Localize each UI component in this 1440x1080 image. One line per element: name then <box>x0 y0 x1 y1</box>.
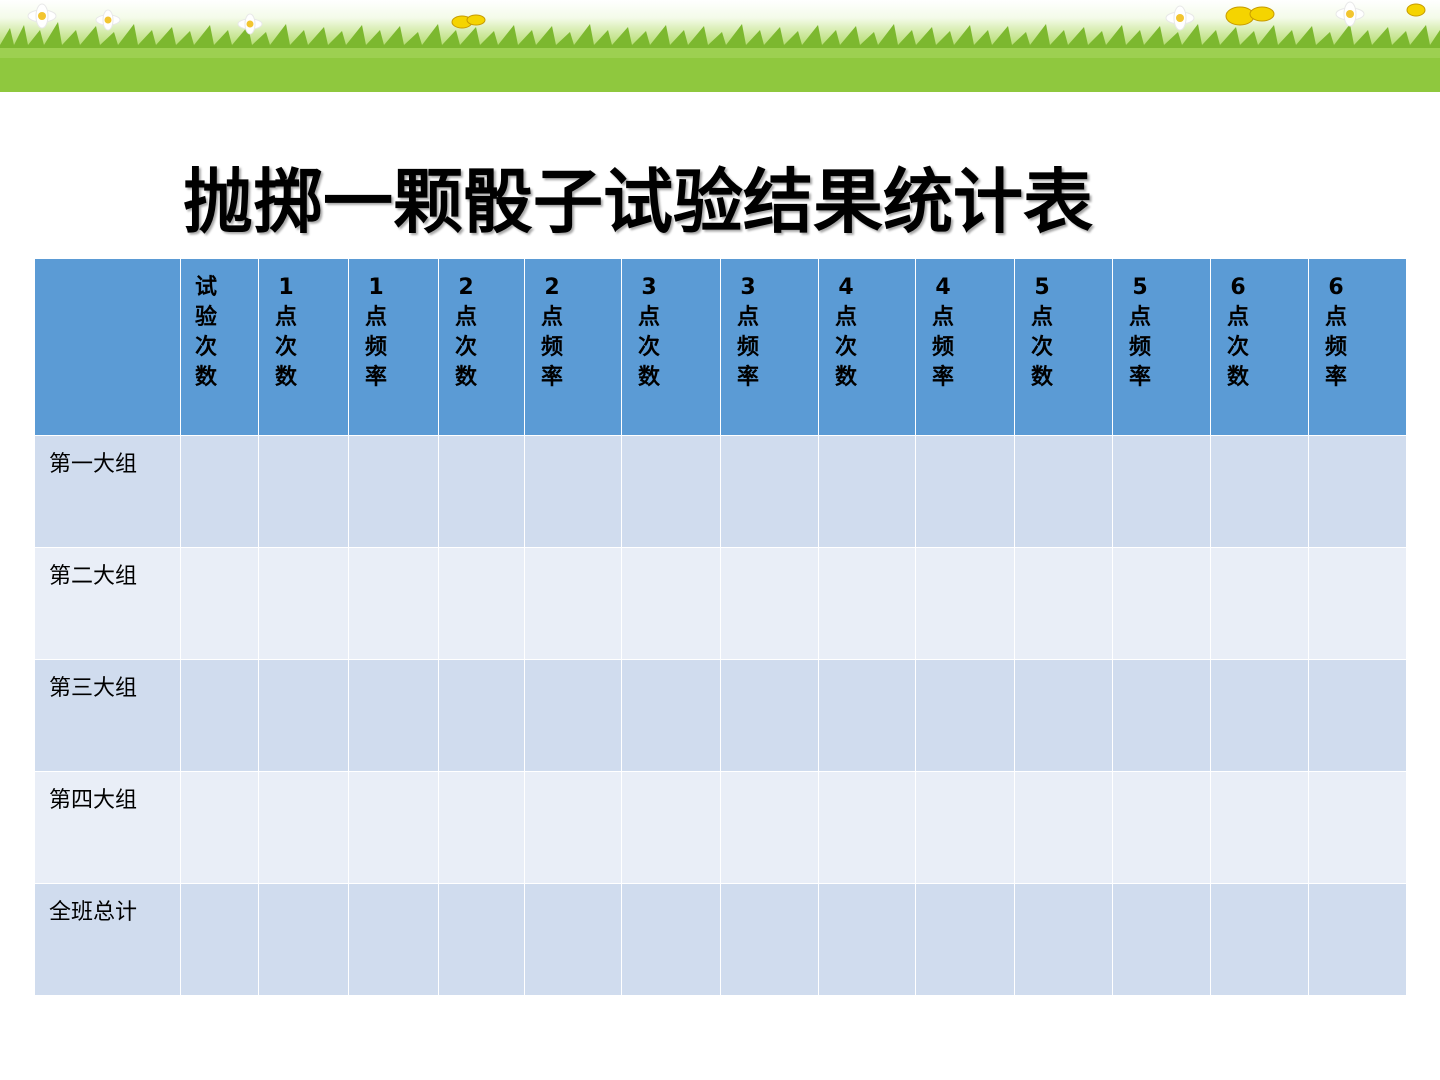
table-cell <box>348 883 439 996</box>
table-row: 第一大组 <box>34 435 1407 548</box>
row-label: 全班总计 <box>34 883 181 996</box>
table-cell <box>915 547 1015 660</box>
table-cell <box>180 435 259 548</box>
table-cell <box>180 547 259 660</box>
table-cell <box>438 883 525 996</box>
table-cell <box>1308 883 1407 996</box>
table-cell <box>818 435 916 548</box>
table-cell <box>1014 771 1113 884</box>
table-cell <box>524 659 622 772</box>
header-corner-cell <box>34 258 181 436</box>
table-cell <box>1210 771 1309 884</box>
header-trial-count: 试验次数 <box>180 258 259 436</box>
header-4-frequency: 4点频率 <box>915 258 1015 436</box>
table-cell <box>1112 547 1211 660</box>
table-cell <box>1210 435 1309 548</box>
table-cell <box>621 883 721 996</box>
grass-flowers-decoration <box>0 1 1440 92</box>
table-cell <box>621 771 721 884</box>
table-cell <box>180 771 259 884</box>
header-3-frequency: 3点频率 <box>720 258 819 436</box>
table-cell <box>621 659 721 772</box>
header-5-count: 5点次数 <box>1014 258 1113 436</box>
header-3-count: 3点次数 <box>621 258 721 436</box>
table-body: 第一大组 第二大组 第三大组 第四大组 全班总计 <box>34 435 1407 996</box>
table-cell <box>1112 435 1211 548</box>
table-cell <box>1308 659 1407 772</box>
table-cell <box>258 547 349 660</box>
row-label: 第四大组 <box>34 771 181 884</box>
table-cell <box>524 547 622 660</box>
table-cell <box>915 771 1015 884</box>
table-cell <box>258 435 349 548</box>
row-label: 第二大组 <box>34 547 181 660</box>
header-2-count: 2点次数 <box>438 258 525 436</box>
table-cell <box>438 435 525 548</box>
table-cell <box>720 435 819 548</box>
row-label: 第三大组 <box>34 659 181 772</box>
table-row: 第四大组 <box>34 771 1407 884</box>
table-cell <box>524 883 622 996</box>
table-cell <box>1308 435 1407 548</box>
table-cell <box>1210 883 1309 996</box>
table-cell <box>348 659 439 772</box>
table-cell <box>621 435 721 548</box>
table-cell <box>438 659 525 772</box>
table-row: 全班总计 <box>34 883 1407 996</box>
header-2-frequency: 2点频率 <box>524 258 622 436</box>
table-cell <box>1112 883 1211 996</box>
table-cell <box>1210 659 1309 772</box>
table-cell <box>438 547 525 660</box>
table-cell <box>720 771 819 884</box>
table-cell <box>1014 883 1113 996</box>
table-cell <box>258 659 349 772</box>
header-1-frequency: 1点频率 <box>348 258 439 436</box>
table-cell <box>818 659 916 772</box>
table-cell <box>1112 659 1211 772</box>
table-cell <box>1014 659 1113 772</box>
table-cell <box>720 659 819 772</box>
header-6-frequency: 6点频率 <box>1308 258 1407 436</box>
row-label: 第一大组 <box>34 435 181 548</box>
table-header-row: 试验次数 1点次数 1点频率 2点次数 2点频率 3点次数 3点频率 4点次数 … <box>34 258 1407 436</box>
table-row: 第二大组 <box>34 547 1407 660</box>
header-5-frequency: 5点频率 <box>1112 258 1211 436</box>
table-cell <box>621 547 721 660</box>
table-cell <box>524 435 622 548</box>
table-cell <box>915 435 1015 548</box>
table-cell <box>438 771 525 884</box>
statistics-table: 试验次数 1点次数 1点频率 2点次数 2点频率 3点次数 3点频率 4点次数 … <box>34 258 1407 996</box>
table-cell <box>720 547 819 660</box>
header-4-count: 4点次数 <box>818 258 916 436</box>
table-cell <box>1210 547 1309 660</box>
header-1-count: 1点次数 <box>258 258 349 436</box>
table-cell <box>1308 771 1407 884</box>
table-cell <box>1014 547 1113 660</box>
table-cell <box>818 771 916 884</box>
table-cell <box>915 659 1015 772</box>
table-cell <box>258 883 349 996</box>
table-cell <box>1308 547 1407 660</box>
table-cell <box>180 659 259 772</box>
table-cell <box>180 883 259 996</box>
table-cell <box>1014 435 1113 548</box>
table-cell <box>1112 771 1211 884</box>
table-cell <box>258 771 349 884</box>
table-cell <box>915 883 1015 996</box>
table-cell <box>524 771 622 884</box>
grass-banner <box>0 0 1440 92</box>
table-row: 第三大组 <box>34 659 1407 772</box>
header-6-count: 6点次数 <box>1210 258 1309 436</box>
table-cell <box>348 547 439 660</box>
table-cell <box>818 883 916 996</box>
table-cell <box>348 771 439 884</box>
table-cell <box>818 547 916 660</box>
page-title: 抛掷一颗骰子试验结果统计表 <box>183 161 1093 243</box>
table-cell <box>348 435 439 548</box>
table-cell <box>720 883 819 996</box>
